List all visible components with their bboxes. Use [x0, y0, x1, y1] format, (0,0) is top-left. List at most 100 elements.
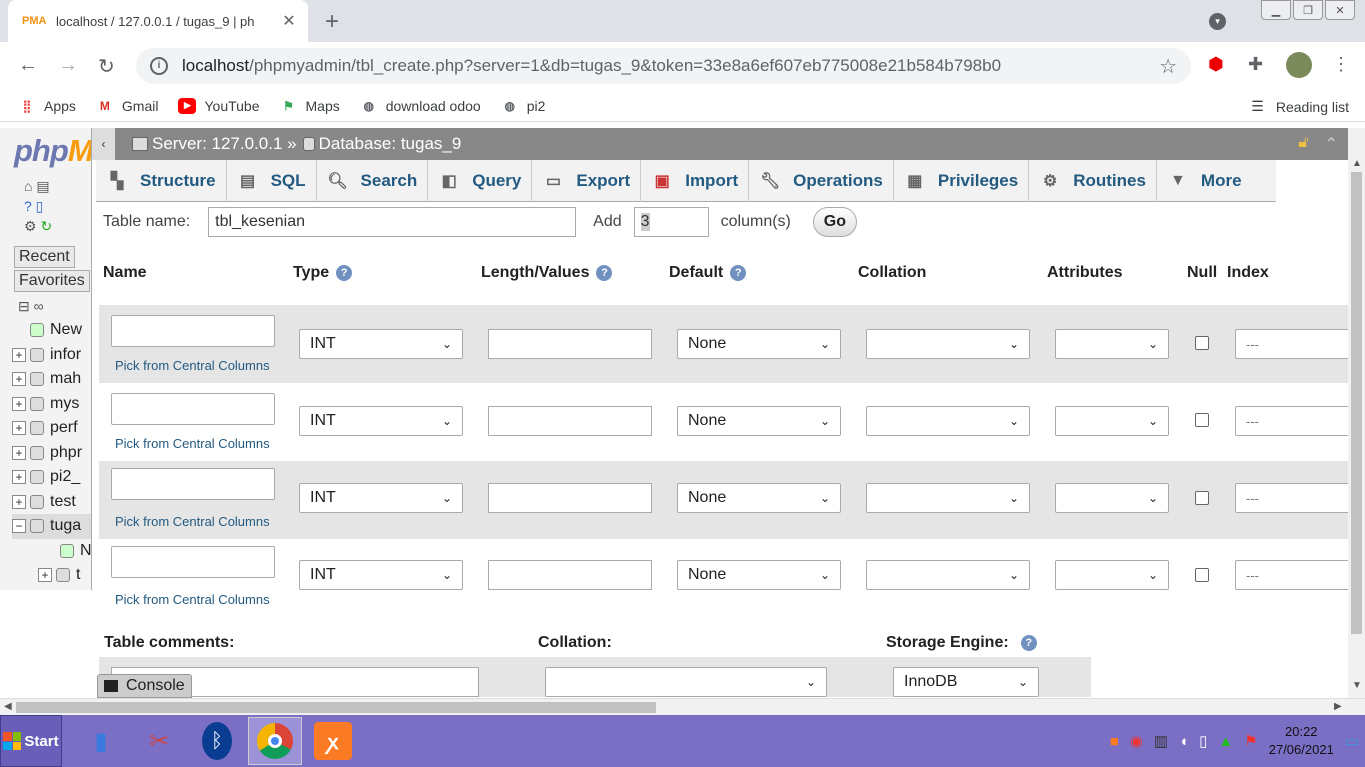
tab-close-icon[interactable]: ✕: [280, 11, 298, 31]
attributes-select[interactable]: ⌄: [1055, 329, 1169, 359]
tree-item-db[interactable]: + mah: [12, 367, 91, 392]
bookmark-apps[interactable]: ⣿ Apps: [18, 98, 76, 114]
expand-icon[interactable]: +: [12, 372, 26, 387]
column-name-input[interactable]: [111, 315, 275, 347]
new-tab-button[interactable]: +: [325, 8, 339, 36]
reload-nav-icon[interactable]: ↻: [40, 218, 52, 234]
tab-query[interactable]: ◧ Query: [428, 160, 533, 202]
volume-icon[interactable]: ◖: [1179, 733, 1188, 750]
tree-item-new-table[interactable]: N: [12, 539, 91, 564]
show-desktop-icon[interactable]: ▭: [1345, 732, 1359, 750]
browser-menu-icon[interactable]: ⋮: [1332, 54, 1350, 75]
scroll-up-icon[interactable]: ▲: [1352, 158, 1362, 169]
flag-icon[interactable]: ⚑: [1244, 732, 1257, 750]
tree-item-db[interactable]: + test: [12, 490, 91, 515]
null-checkbox[interactable]: [1195, 413, 1209, 427]
bookmark-gmail[interactable]: M Gmail: [96, 98, 159, 114]
index-select[interactable]: ---: [1235, 560, 1348, 590]
profile-avatar[interactable]: [1286, 52, 1312, 78]
null-checkbox[interactable]: [1195, 568, 1209, 582]
phpmyadmin-logo[interactable]: phpM: [14, 133, 91, 169]
default-select[interactable]: None ⌄: [677, 406, 841, 436]
help-icon[interactable]: ?: [1020, 635, 1037, 651]
horizontal-scrollbar[interactable]: ◀ ▶: [0, 698, 1365, 715]
breadcrumb-database[interactable]: Database: tugas_9: [319, 134, 462, 154]
index-select[interactable]: ---: [1235, 329, 1348, 359]
tree-item-db[interactable]: + phpr: [12, 441, 91, 466]
bookmark-youtube[interactable]: ▶ YouTube: [178, 97, 260, 114]
tab-search-icon[interactable]: ▾: [1209, 13, 1226, 30]
update-tray-icon[interactable]: ◉: [1130, 732, 1143, 750]
home-icon[interactable]: ⌂ ▤: [24, 178, 74, 198]
collapse-nav-button[interactable]: ‹: [92, 128, 116, 160]
address-url[interactable]: localhost/phpmyadmin/tbl_create.php?serv…: [182, 56, 1159, 76]
xampp-icon[interactable]: ꭗ: [306, 717, 360, 765]
column-name-input[interactable]: [111, 546, 275, 578]
help-icon[interactable]: ?: [730, 265, 747, 281]
tab-structure[interactable]: ▚ Structure: [96, 160, 227, 202]
tree-item-table[interactable]: + t: [12, 563, 91, 588]
attributes-select[interactable]: ⌄: [1055, 406, 1169, 436]
tree-item-db[interactable]: + pi2_: [12, 465, 91, 490]
default-select[interactable]: None ⌄: [677, 560, 841, 590]
bluetooth-icon[interactable]: ᛒ: [190, 717, 244, 765]
expand-icon[interactable]: +: [12, 396, 26, 411]
tab-operations[interactable]: 🔧︎ Operations: [749, 160, 894, 202]
site-info-icon[interactable]: i: [150, 57, 168, 75]
null-checkbox[interactable]: [1195, 336, 1209, 350]
tab-import[interactable]: ▣ Import: [641, 160, 750, 202]
type-select[interactable]: INT ⌄: [299, 560, 463, 590]
adblock-extension-icon[interactable]: ⬢: [1208, 54, 1224, 75]
expand-icon[interactable]: +: [12, 470, 26, 485]
bookmark-download-odoo[interactable]: ◍ download odoo: [360, 98, 480, 114]
settings-icon[interactable]: ⚙ ↻: [24, 218, 74, 238]
start-button[interactable]: Start: [0, 715, 62, 767]
collapse-all-icon[interactable]: ⊟ ∞: [18, 298, 44, 315]
scroll-left-icon[interactable]: ◀: [4, 701, 12, 712]
table-collation-select[interactable]: ⌄: [545, 667, 827, 697]
back-arrow-icon[interactable]: ←: [18, 54, 38, 77]
tab-privileges[interactable]: ▦ Privileges: [894, 160, 1030, 202]
restore-button[interactable]: ❐: [1293, 0, 1323, 20]
collapse-up-icon[interactable]: ⌃: [1325, 134, 1338, 154]
expand-icon[interactable]: +: [12, 421, 26, 436]
clock[interactable]: 20:22 27/06/2021: [1269, 723, 1334, 759]
help-icon[interactable]: ? ▯: [24, 198, 74, 218]
tab-export[interactable]: ▭ Export: [532, 160, 642, 202]
minimize-button[interactable]: ▁: [1261, 0, 1291, 20]
tab-routines[interactable]: ⚙ Routines: [1029, 160, 1157, 202]
address-bar[interactable]: i localhost/phpmyadmin/tbl_create.php?se…: [136, 48, 1191, 84]
default-select[interactable]: None ⌄: [677, 329, 841, 359]
close-window-button[interactable]: ✕: [1325, 0, 1355, 20]
bookmark-star-icon[interactable]: ☆: [1159, 54, 1177, 79]
console-toggle[interactable]: Console: [97, 674, 192, 698]
snipping-tool-icon[interactable]: ✂: [132, 717, 186, 765]
xampp-tray-icon[interactable]: ■: [1110, 733, 1119, 750]
null-checkbox[interactable]: [1195, 491, 1209, 505]
file-explorer-icon[interactable]: ▮: [74, 717, 128, 765]
vertical-scrollbar[interactable]: ▲ ▼: [1348, 128, 1365, 698]
add-columns-input[interactable]: 3: [633, 207, 709, 237]
length-input[interactable]: [488, 406, 652, 436]
reading-list-button[interactable]: ☰ Reading list: [1251, 98, 1349, 115]
length-input[interactable]: [488, 329, 652, 359]
forward-arrow-icon[interactable]: →: [58, 54, 78, 77]
tree-item-db-selected[interactable]: − tuga: [12, 514, 91, 539]
type-select[interactable]: INT ⌄: [299, 329, 463, 359]
chrome-icon[interactable]: [248, 717, 302, 765]
go-button[interactable]: Go: [812, 207, 857, 237]
help-icon[interactable]: ?: [336, 265, 353, 281]
pick-central-columns-link[interactable]: Pick from Central Columns: [115, 514, 270, 529]
breadcrumb-server[interactable]: Server: 127.0.0.1 »: [152, 134, 297, 154]
tab-sql[interactable]: ▤ SQL: [227, 160, 317, 202]
expand-icon[interactable]: +: [12, 445, 26, 460]
horizontal-scroll-thumb[interactable]: [16, 702, 656, 713]
expand-icon[interactable]: +: [12, 347, 26, 362]
tab-search[interactable]: 🔍︎ Search: [317, 160, 429, 202]
bookmark-maps[interactable]: ⚑ Maps: [280, 98, 340, 114]
collation-select[interactable]: ⌄: [866, 483, 1030, 513]
expand-icon[interactable]: +: [38, 568, 52, 583]
column-name-input[interactable]: [111, 468, 275, 500]
collation-select[interactable]: ⌄: [866, 406, 1030, 436]
collation-select[interactable]: ⌄: [866, 329, 1030, 359]
